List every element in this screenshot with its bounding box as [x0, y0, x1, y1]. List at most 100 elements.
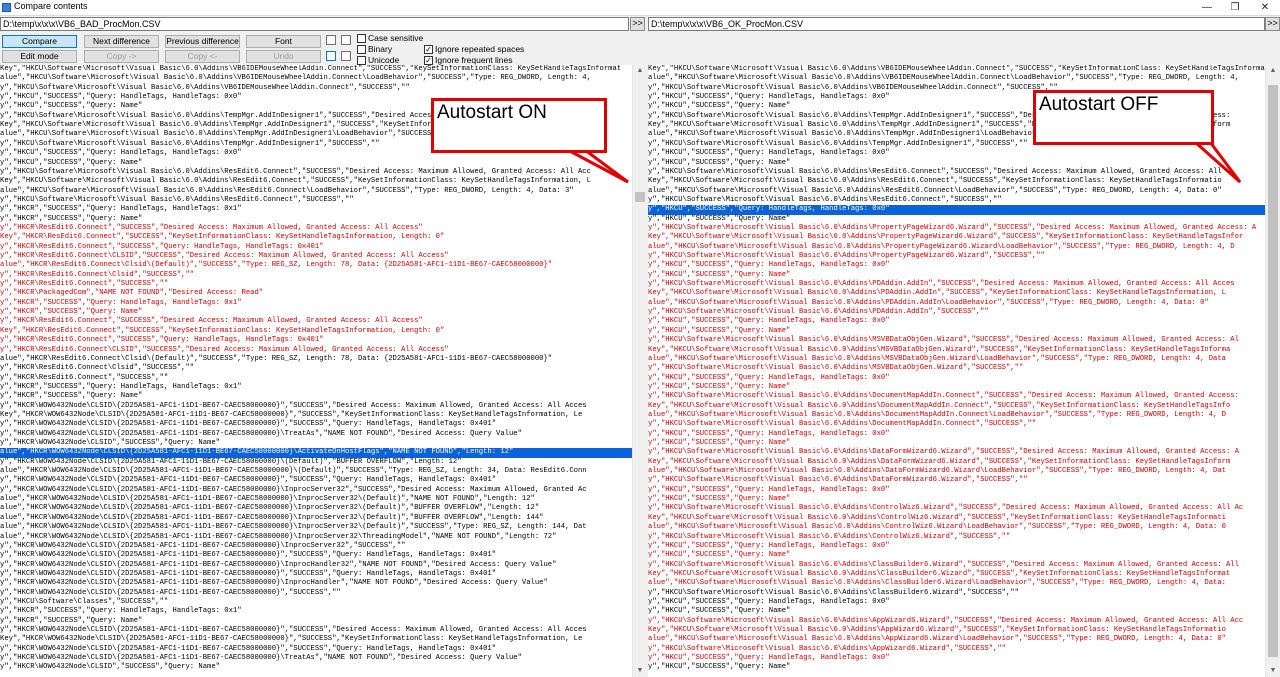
right-scrollbar[interactable]: ▲ ▼: [1265, 65, 1280, 677]
log-line[interactable]: y","HKCU\Software\Microsoft\Visual Basic…: [648, 168, 1265, 177]
ignore-repeated-spaces-checkbox[interactable]: ✓: [424, 45, 433, 54]
log-line[interactable]: y","HKCR\WOW6432Node\CLSID","SUCCESS","Q…: [0, 439, 632, 448]
log-line[interactable]: alue","HKCR\WOW6432Node\CLSID\{2D25A581-…: [0, 467, 632, 476]
log-line[interactable]: Key","HKCU\Software\Microsoft\Visual Bas…: [648, 570, 1265, 579]
log-line[interactable]: y","HKCU\Software\Microsoft\Visual Basic…: [648, 364, 1265, 373]
log-line[interactable]: y","HKCU","SUCCESS","Query: Name": [648, 551, 1265, 560]
compare-button[interactable]: Compare: [2, 35, 77, 48]
log-line[interactable]: alue","HKCU\Software\Microsoft\Visual Ba…: [648, 467, 1265, 476]
log-line[interactable]: y","HKCR\ResEdit6.Connect","SUCCESS","Qu…: [0, 243, 632, 252]
log-line[interactable]: Key","HKCR\WOW6432Node\CLSID\{2D25A581-A…: [0, 635, 632, 644]
log-line[interactable]: alue","HKCR\WOW6432Node\CLSID\{2D25A581-…: [0, 514, 632, 523]
edit-mode-button[interactable]: Edit mode: [2, 50, 77, 63]
right-scroll-thumb[interactable]: [1268, 85, 1278, 657]
log-line[interactable]: alue","HKCR\ResEdit6.Connect\Clsid\(Defa…: [0, 355, 632, 364]
log-line[interactable]: Key","HKCU\Software\Microsoft\Visual Bas…: [648, 346, 1265, 355]
scroll-up-icon[interactable]: ▲: [633, 65, 647, 77]
log-line[interactable]: y","HKCR\WOW6432Node\CLSID\{2D25A581-AFC…: [0, 542, 632, 551]
log-line[interactable]: y","HKCR\WOW6432Node\CLSID\{2D25A581-AFC…: [0, 654, 632, 663]
log-line[interactable]: y","HKCR\PackagedCom","NAME NOT FOUND","…: [0, 289, 632, 298]
log-line[interactable]: alue","HKCU\Software\Microsoft\Visual Ba…: [648, 523, 1265, 532]
log-line[interactable]: y","HKCR\WOW6432Node\CLSID\{2D25A581-AFC…: [0, 420, 632, 429]
log-line[interactable]: y","HKCR","SUCCESS","Query: Name": [0, 617, 632, 626]
color-swatch-4[interactable]: [341, 51, 351, 61]
log-line[interactable]: Key","HKCR\ResEdit6.Connect","SUCCESS","…: [0, 233, 632, 242]
log-line[interactable]: y","HKCR\WOW6432Node\CLSID\{2D25A581-AFC…: [0, 561, 632, 570]
log-line[interactable]: alue","HKCU\Software\Microsoft\Visual Ba…: [648, 74, 1265, 83]
log-line[interactable]: y","HKCR\ResEdit6.Connect\CLSID","SUCCES…: [0, 346, 632, 355]
log-line[interactable]: y","HKCR\ResEdit6.Connect","SUCCESS","": [0, 374, 632, 383]
log-line[interactable]: y","HKCU","SUCCESS","Query: HandleTags, …: [648, 149, 1265, 158]
log-line[interactable]: alue","HKCR\WOW6432Node\CLSID\{2D25A581-…: [0, 504, 632, 513]
log-line[interactable]: Key","HKCU\Software\Microsoft\Visual Bas…: [0, 65, 632, 74]
log-line[interactable]: y","HKCR\WOW6432Node\CLSID\{2D25A581-AFC…: [0, 430, 632, 439]
minimize-icon[interactable]: —: [1194, 0, 1220, 15]
log-line[interactable]: y","HKCR\ResEdit6.Connect","SUCCESS","De…: [0, 317, 632, 326]
close-icon[interactable]: ✕: [1252, 0, 1278, 15]
log-line[interactable]: y","HKCU","SUCCESS","Query: Name": [648, 159, 1265, 168]
log-line[interactable]: y","HKCU","SUCCESS","Query: HandleTags, …: [648, 598, 1265, 607]
log-line[interactable]: y","HKCU","SUCCESS","Query: HandleTags, …: [648, 430, 1265, 439]
log-line[interactable]: Key","HKCU\Software\Microsoft\Visual Bas…: [648, 177, 1265, 186]
log-line[interactable]: alue","HKCU\Software\Microsoft\Visual Ba…: [648, 243, 1265, 252]
unicode-checkbox[interactable]: [357, 56, 366, 65]
log-line[interactable]: alue","HKCU\Software\Microsoft\Visual Ba…: [648, 187, 1265, 196]
log-line[interactable]: y","HKCU","SUCCESS","Query: Name": [648, 215, 1265, 224]
log-line[interactable]: y","HKCU\Software\Microsoft\Visual Basic…: [648, 589, 1265, 598]
log-line[interactable]: Key","HKCU\Software\Microsoft\Visual Bas…: [648, 626, 1265, 635]
log-line[interactable]: alue","HKCR\ResEdit6.Connect\Clsid\(Defa…: [0, 261, 632, 270]
log-line[interactable]: y","HKCR\WOW6432Node\CLSID\{2D25A581-AFC…: [0, 486, 632, 495]
left-scroll-thumb[interactable]: [635, 192, 645, 202]
log-line[interactable]: alue","HKCR\WOW6432Node\CLSID\{2D25A581-…: [0, 495, 632, 504]
scroll-down-icon[interactable]: ▼: [633, 665, 647, 677]
right-file-path-input[interactable]: D:\temp\x\x\x\VB6_OK_ProcMon.CSV: [648, 17, 1265, 31]
color-swatch-3[interactable]: [326, 51, 336, 61]
log-line[interactable]: y","HKCR","SUCCESS","Query: Name": [0, 308, 632, 317]
selected-log-line[interactable]: y","HKCU","SUCCESS","Query: HandleTags, …: [648, 205, 1265, 215]
log-line[interactable]: y","HKCU\Software\Microsoft\Visual Basic…: [648, 196, 1265, 205]
ignore-frequent-lines-checkbox[interactable]: ✓: [424, 56, 433, 65]
log-line[interactable]: y","HKCU\Software\Microsoft\Visual Basic…: [648, 645, 1265, 654]
log-line[interactable]: y","HKCR","SUCCESS","Query: HandleTags, …: [0, 607, 632, 616]
previous-difference-button[interactable]: Previous difference: [165, 35, 240, 48]
log-line[interactable]: y","HKCU\Software\Microsoft\Visual Basic…: [648, 252, 1265, 261]
undo-button[interactable]: Undo: [246, 50, 321, 63]
log-line[interactable]: y","HKCU\Software\Microsoft\Visual Basic…: [648, 420, 1265, 429]
maximize-icon[interactable]: ❐: [1222, 0, 1248, 15]
log-line[interactable]: y","HKCR","SUCCESS","Query: HandleTags, …: [0, 205, 632, 214]
binary-checkbox[interactable]: [357, 45, 366, 54]
log-line[interactable]: Key","HKCU\Software\Microsoft\Visual Bas…: [648, 514, 1265, 523]
log-line[interactable]: y","HKCU","SUCCESS","Query: HandleTags, …: [648, 542, 1265, 551]
log-line[interactable]: alue","HKCU\Software\Microsoft\Visual Ba…: [0, 74, 632, 83]
log-line[interactable]: y","HKCU","SUCCESS","Query: HandleTags, …: [648, 486, 1265, 495]
log-line[interactable]: y","HKCU","SUCCESS","Query: Name": [648, 607, 1265, 616]
log-line[interactable]: y","HKCU\Software\Microsoft\Visual Basic…: [0, 84, 632, 93]
log-line[interactable]: y","HKCR\ResEdit6.Connect","SUCCESS","": [0, 280, 632, 289]
log-line[interactable]: y","HKCU\Software\Microsoft\Visual Basic…: [648, 476, 1265, 485]
log-line[interactable]: y","HKCU\Software\Microsoft\Visual Basic…: [0, 168, 632, 177]
log-line[interactable]: y","HKCU\Software\Microsoft\Visual Basic…: [648, 448, 1265, 457]
font-button[interactable]: Font: [246, 35, 321, 48]
log-line[interactable]: y","HKCR","SUCCESS","Query: Name": [0, 392, 632, 401]
log-line[interactable]: y","HKCU\Software\Microsoft\Visual Basic…: [648, 561, 1265, 570]
log-line[interactable]: y","HKCR\WOW6432Node\CLSID\{2D25A581-AFC…: [0, 570, 632, 579]
log-line[interactable]: alue","HKCR\WOW6432Node\CLSID\{2D25A581-…: [0, 523, 632, 532]
log-line[interactable]: y","HKCR","SUCCESS","Query: HandleTags, …: [0, 383, 632, 392]
log-line[interactable]: y","HKCU","SUCCESS","Query: HandleTags, …: [648, 374, 1265, 383]
log-line[interactable]: alue","HKCU\Software\Microsoft\Visual Ba…: [648, 579, 1265, 588]
log-line[interactable]: alue","HKCU\Software\Microsoft\Visual Ba…: [648, 299, 1265, 308]
log-line[interactable]: alue","HKCU\Software\Microsoft\Visual Ba…: [648, 635, 1265, 644]
log-line[interactable]: y","HKCU","SUCCESS","Query: HandleTags, …: [648, 654, 1265, 663]
copy-right-to-left-button[interactable]: Copy <-: [165, 50, 240, 63]
left-scrollbar[interactable]: ▲ ▼: [632, 65, 647, 677]
log-line[interactable]: y","HKCU","SUCCESS","Query: HandleTags, …: [648, 317, 1265, 326]
log-line[interactable]: y","HKCU\Software\Microsoft\Visual Basic…: [648, 224, 1265, 233]
selected-log-line[interactable]: alue","HKCR\WOW6432Node\CLSID\{2D25A581-…: [0, 448, 632, 458]
log-line[interactable]: y","HKCR\WOW6432Node\CLSID\{2D25A581-AFC…: [0, 589, 632, 598]
log-line[interactable]: y","HKCU","SUCCESS","Query: Name": [648, 271, 1265, 280]
log-line[interactable]: Key","HKCR\ResEdit6.Connect","SUCCESS","…: [0, 327, 632, 336]
log-line[interactable]: y","HKCU","SUCCESS","Query: Name": [648, 663, 1265, 672]
log-line[interactable]: alue","HKCU\Software\Microsoft\Visual Ba…: [0, 187, 632, 196]
log-line[interactable]: y","HKCR\WOW6432Node\CLSID\{2D25A581-AFC…: [0, 579, 632, 588]
log-line[interactable]: alue","HKCR\WOW6432Node\CLSID\{2D25A581-…: [0, 533, 632, 542]
